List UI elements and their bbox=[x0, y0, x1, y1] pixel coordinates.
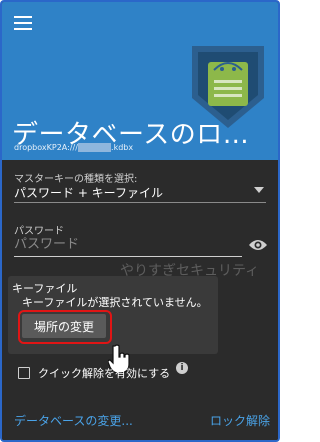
unlock-button[interactable]: ロック解除 bbox=[210, 412, 270, 429]
quick-unlock-checkbox[interactable] bbox=[18, 367, 30, 379]
keyfile-section: キーファイル キーファイルが選択されていません。 場所の変更 bbox=[8, 276, 218, 354]
database-path: dropboxKP2A:///xxxxxxx.kdbx bbox=[14, 143, 134, 152]
menu-icon[interactable] bbox=[14, 16, 32, 30]
password-underline bbox=[14, 256, 242, 257]
unlock-form: マスターキーの種類を選択: パスワード + キーファイル パスワード やりすぎセ… bbox=[2, 160, 278, 440]
app-header: データベースのロ… dropboxKP2A:///xxxxxxx.kdbx bbox=[2, 2, 278, 160]
keyfile-message: キーファイルが選択されていません。 bbox=[22, 296, 208, 309]
masked-path: xxxxxxx bbox=[77, 143, 112, 152]
eye-icon[interactable] bbox=[248, 238, 268, 252]
quick-unlock-label[interactable]: クイック解除を有効にする bbox=[38, 365, 170, 381]
change-database-link[interactable]: データベースの変更... bbox=[14, 412, 133, 429]
master-key-label: マスターキーの種類を選択: bbox=[14, 174, 138, 185]
info-icon[interactable]: i bbox=[176, 362, 188, 374]
app-window: データベースのロ… dropboxKP2A:///xxxxxxx.kdbx マス… bbox=[0, 0, 280, 442]
highlight-box bbox=[18, 310, 112, 344]
select-underline bbox=[14, 202, 266, 203]
chevron-down-icon[interactable] bbox=[254, 187, 264, 193]
master-key-select[interactable]: パスワード + キーファイル bbox=[14, 184, 163, 201]
password-input[interactable] bbox=[14, 234, 244, 254]
